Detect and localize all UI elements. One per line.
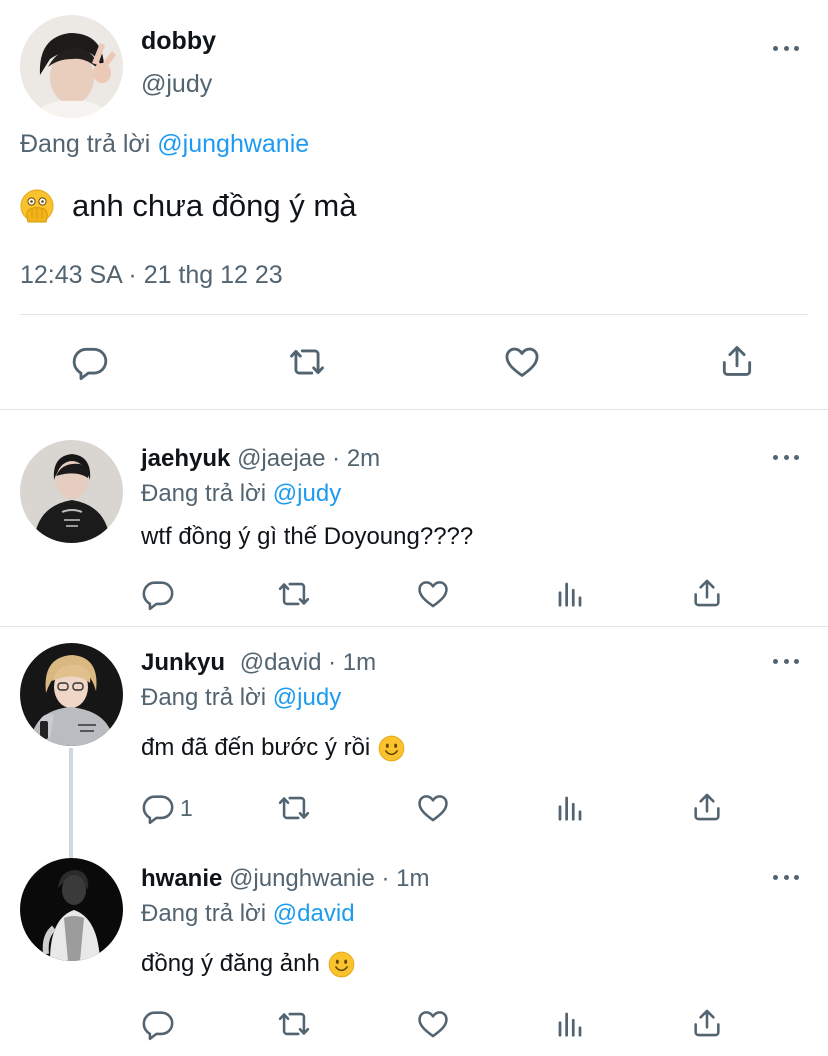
- reply-body: đm đã đến bước ý rồi: [141, 732, 405, 764]
- display-name[interactable]: hwanie: [141, 865, 222, 892]
- tweet-body: anh chưa đồng ý mà: [20, 186, 356, 226]
- smiling-face-emoji: [378, 735, 405, 762]
- handle[interactable]: @david: [240, 649, 322, 676]
- tweet-timestamp[interactable]: 12:43 SA · 21 thg 12 23: [20, 261, 283, 290]
- share-icon[interactable]: [690, 1006, 724, 1040]
- handle[interactable]: @jaejae: [237, 445, 325, 472]
- reply-icon[interactable]: [141, 791, 175, 825]
- reply-time[interactable]: · 1m: [382, 865, 430, 892]
- reply-to-link[interactable]: @judy: [273, 480, 341, 507]
- reply-prefix: Đang trả lời: [20, 130, 151, 158]
- reply-context: Đang trả lời @junghwanie: [20, 130, 309, 159]
- reply-to-link[interactable]: @junghwanie: [157, 130, 309, 158]
- avatar[interactable]: [20, 643, 123, 746]
- smiling-face-emoji: [328, 951, 355, 978]
- tweet-text: anh chưa đồng ý mà: [72, 188, 357, 223]
- like-icon[interactable]: [415, 1007, 451, 1041]
- display-name[interactable]: Junkyu: [141, 649, 225, 676]
- handle[interactable]: @junghwanie: [229, 865, 375, 892]
- share-icon[interactable]: [690, 576, 724, 610]
- reply-context: Đang trả lời @judy: [141, 684, 341, 712]
- reply-icon[interactable]: [141, 1007, 175, 1041]
- retweet-icon[interactable]: [275, 791, 313, 825]
- handle[interactable]: @judy: [141, 70, 212, 99]
- retweet-icon[interactable]: [275, 1007, 313, 1041]
- shocked-face-emoji: [20, 189, 54, 223]
- reply-header: Junkyu @david · 1m: [141, 649, 376, 677]
- more-options-icon[interactable]: [773, 873, 799, 881]
- reply-text: wtf đồng ý gì thế Doyoung????: [141, 523, 474, 550]
- reply-prefix: Đang trả lời: [141, 900, 267, 927]
- reply-header: jaehyuk @jaejae · 2m: [141, 445, 380, 473]
- reply-context: Đang trả lời @judy: [141, 480, 341, 508]
- section-divider: [0, 409, 828, 410]
- like-icon[interactable]: [415, 577, 451, 611]
- more-options-icon[interactable]: [773, 44, 799, 52]
- section-divider: [0, 626, 828, 627]
- thread-line: [69, 748, 73, 858]
- reply-icon[interactable]: [141, 577, 175, 611]
- reply-body: đồng ý đăng ảnh: [141, 948, 355, 980]
- more-options-icon[interactable]: [773, 453, 799, 461]
- retweet-icon[interactable]: [286, 343, 328, 381]
- reply-count: 1: [180, 795, 193, 821]
- avatar[interactable]: [20, 440, 123, 543]
- reply-prefix: Đang trả lời: [141, 480, 267, 507]
- views-icon[interactable]: [555, 1008, 585, 1040]
- timestamp-divider: [20, 314, 808, 315]
- display-name[interactable]: jaehyuk: [141, 445, 230, 472]
- views-icon[interactable]: [555, 792, 585, 824]
- reply-text: đm đã đến bước ý rồi: [141, 734, 371, 761]
- reply-time[interactable]: · 1m: [328, 649, 376, 676]
- retweet-icon[interactable]: [275, 577, 313, 611]
- reply-to-link[interactable]: @david: [273, 900, 355, 927]
- reply-context: Đang trả lời @david: [141, 900, 355, 928]
- reply-prefix: Đang trả lời: [141, 684, 267, 711]
- display-name[interactable]: dobby: [141, 27, 216, 56]
- reply-time[interactable]: · 2m: [332, 445, 380, 472]
- more-options-icon[interactable]: [773, 657, 799, 665]
- reply-icon[interactable]: [71, 343, 109, 381]
- like-icon[interactable]: [502, 343, 542, 381]
- share-icon[interactable]: [690, 790, 724, 824]
- reply-to-link[interactable]: @judy: [273, 684, 341, 711]
- like-icon[interactable]: [415, 791, 451, 825]
- avatar[interactable]: [20, 858, 123, 961]
- avatar[interactable]: [20, 15, 123, 118]
- views-icon[interactable]: [555, 578, 585, 610]
- reply-text: đồng ý đăng ảnh: [141, 950, 320, 977]
- share-icon[interactable]: [718, 342, 756, 380]
- reply-header: hwanie @junghwanie · 1m: [141, 865, 430, 893]
